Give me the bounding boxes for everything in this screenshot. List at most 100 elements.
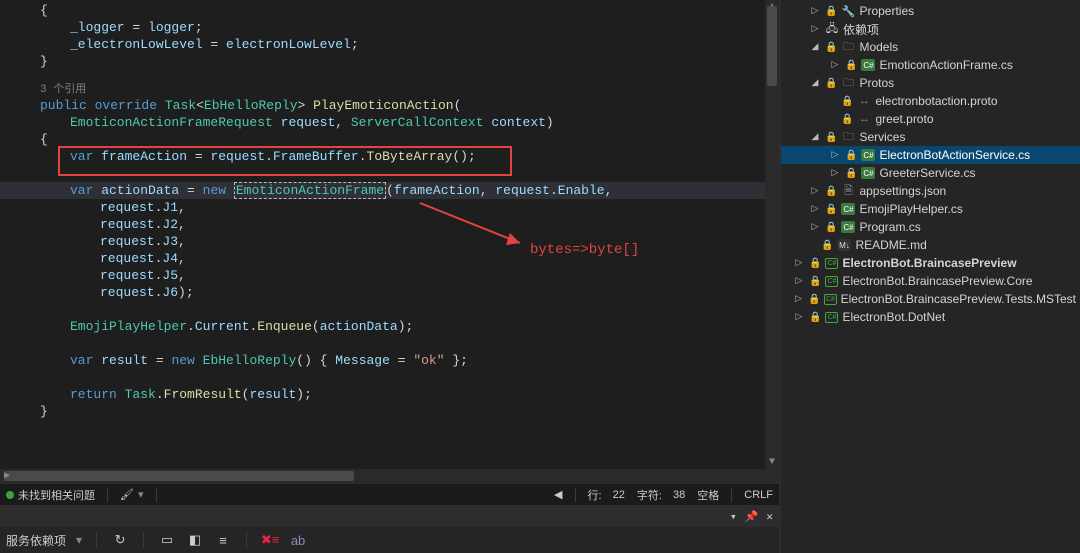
bottom-panel-toolbar: 服务依赖项 ▾ ↻ ▭ ◧ ≡ ✖≡ ab (0, 527, 779, 553)
expand-icon[interactable]: ▷ (809, 5, 821, 16)
expand-icon[interactable]: ▷ (793, 293, 804, 304)
folder-icon: 🗀 (841, 76, 855, 90)
collapse-icon[interactable]: ◢ (809, 41, 821, 52)
expand-icon[interactable]: ▷ (793, 311, 805, 322)
vertical-scrollbar[interactable]: ▲ ▼ (765, 0, 779, 483)
expand-icon[interactable]: ▷ (809, 185, 821, 196)
tree-item-services-file-selected[interactable]: ▷🔒C#ElectronBotActionService.cs (781, 146, 1080, 164)
tree-item-protos[interactable]: ◢🔒🗀Protos (781, 74, 1080, 92)
expand-icon[interactable]: ▷ (829, 167, 841, 178)
expand-icon[interactable]: ▷ (829, 59, 841, 70)
tree-item-services-file2[interactable]: ▷🔒C#GreeterService.cs (781, 164, 1080, 182)
lock-icon: 🔒 (825, 6, 837, 17)
expand-icon[interactable]: ▷ (793, 275, 805, 286)
markdown-file-icon: M↓ (837, 239, 851, 251)
lock-icon: 🔒 (825, 186, 837, 197)
scroll-down-icon[interactable]: ▼ (765, 455, 779, 469)
tree-item-readme[interactable]: 🔒M↓README.md (781, 236, 1080, 254)
lock-icon: 🔒 (841, 96, 853, 107)
expand-icon[interactable]: ▷ (809, 23, 821, 34)
tool-icon-4[interactable]: ✖≡ (261, 531, 279, 549)
tool-icon-1[interactable]: ▭ (158, 531, 176, 549)
csharp-file-icon: C# (841, 221, 855, 233)
scroll-right-icon[interactable]: ▶ (0, 469, 14, 483)
folder-icon: 🗀 (841, 40, 855, 54)
tree-item-models[interactable]: ◢🔒🗀Models (781, 38, 1080, 56)
refresh-icon[interactable]: ↻ (111, 531, 129, 549)
tree-item-proto2[interactable]: 🔒↔greet.proto (781, 110, 1080, 128)
main-area: { _logger = logger; _electronLowLevel = … (0, 0, 1080, 553)
lock-icon: 🔒 (808, 294, 820, 305)
csharp-file-icon: C# (861, 59, 875, 71)
bottom-panel-title[interactable]: 服务依赖项 (6, 532, 66, 549)
tree-item-appsettings[interactable]: ▷🔒🗎appsettings.json (781, 182, 1080, 200)
horizontal-scrollbar[interactable]: ▶ (0, 469, 765, 483)
close-icon[interactable]: ✕ (766, 510, 773, 524)
lock-icon: 🔒 (809, 276, 821, 287)
lock-icon: 🔒 (825, 78, 837, 89)
lock-icon: 🔒 (841, 114, 853, 125)
deps-icon: 🖧 (825, 22, 839, 36)
tree-item-services[interactable]: ◢🔒🗀Services (781, 128, 1080, 146)
tool-icon-3[interactable]: ≡ (214, 531, 232, 549)
pin-icon[interactable]: 📌 (745, 510, 759, 524)
lock-icon: 🔒 (821, 240, 833, 251)
solution-explorer: ▷🔒🔧Properties ▷🖧依赖项 ◢🔒🗀Models ▷🔒C#Emotic… (780, 0, 1080, 553)
proto-file-icon: ↔ (857, 94, 871, 108)
codelens-references[interactable]: 3 个引用 (40, 84, 86, 96)
tree-item-program[interactable]: ▷🔒C#Program.cs (781, 218, 1080, 236)
json-file-icon: 🗎 (841, 184, 855, 198)
csproj-icon: C# (825, 258, 838, 269)
tree-item-proj3[interactable]: ▷🔒C#ElectronBot.BraincasePreview.Tests.M… (781, 290, 1080, 308)
csproj-icon: C# (824, 294, 836, 305)
csproj-icon: C# (825, 312, 838, 323)
indent-indicator[interactable]: 空格 (697, 487, 719, 503)
csharp-file-icon: C# (841, 203, 855, 215)
tree-item-emojiplay[interactable]: ▷🔒C#EmojiPlayHelper.cs (781, 200, 1080, 218)
lock-icon: 🔒 (825, 42, 837, 53)
horizontal-scroll-thumb[interactable] (4, 471, 354, 481)
tree-item-deps[interactable]: ▷🖧依赖项 (781, 20, 1080, 38)
lock-icon: 🔒 (845, 168, 857, 179)
tree-item-proto1[interactable]: 🔒↔electronbotaction.proto (781, 92, 1080, 110)
lock-icon: 🔒 (825, 222, 837, 233)
lock-icon: 🔒 (845, 60, 857, 71)
line-indicator[interactable]: 行: 22 (588, 487, 625, 503)
tree-item-proj1[interactable]: ▷🔒C#ElectronBot.BraincasePreview (781, 254, 1080, 272)
brush-tool[interactable]: 🖌▾ (120, 488, 144, 501)
bottom-panel-header: ▾ 📌 ✕ (0, 505, 779, 527)
tree-item-proj4[interactable]: ▷🔒C#ElectronBot.DotNet (781, 308, 1080, 326)
lock-icon: 🔒 (825, 204, 837, 215)
csproj-icon: C# (825, 276, 838, 287)
expand-icon[interactable]: ▷ (809, 221, 821, 232)
eol-indicator[interactable]: CRLF (744, 489, 773, 501)
lock-icon: 🔒 (809, 258, 821, 269)
tool-icon-2[interactable]: ◧ (186, 531, 204, 549)
folder-icon: 🗀 (841, 130, 855, 144)
csharp-file-icon: C# (861, 167, 875, 179)
editor-status-bar: 未找到相关问题 🖌▾ ◀ 行: 22 字符: 38 空格 CRLF (0, 483, 779, 505)
solution-tree[interactable]: ▷🔒🔧Properties ▷🖧依赖项 ◢🔒🗀Models ▷🔒C#Emotic… (781, 0, 1080, 553)
tool-icon-5[interactable]: ab (289, 531, 307, 549)
lock-icon: 🔒 (845, 150, 857, 161)
csharp-file-icon: C# (861, 149, 875, 161)
col-indicator[interactable]: 字符: 38 (637, 487, 685, 503)
wrench-icon: 🔧 (841, 4, 855, 18)
code-area[interactable]: { _logger = logger; _electronLowLevel = … (0, 0, 779, 483)
code-editor-panel: { _logger = logger; _electronLowLevel = … (0, 0, 780, 553)
status-ok-icon (6, 491, 14, 499)
tree-item-properties[interactable]: ▷🔒🔧Properties (781, 2, 1080, 20)
issues-status[interactable]: 未找到相关问题 (6, 487, 95, 503)
tree-item-proj2[interactable]: ▷🔒C#ElectronBot.BraincasePreview.Core (781, 272, 1080, 290)
collapse-icon[interactable]: ◢ (809, 131, 821, 142)
lock-icon: 🔒 (825, 132, 837, 143)
vertical-scroll-thumb[interactable] (767, 6, 777, 86)
scroll-left-status[interactable]: ◀ (554, 488, 562, 501)
selected-type[interactable]: EmoticonActionFrame (234, 182, 386, 199)
tree-item-models-file[interactable]: ▷🔒C#EmoticonActionFrame.cs (781, 56, 1080, 74)
expand-icon[interactable]: ▷ (793, 257, 805, 268)
expand-icon[interactable]: ▷ (809, 203, 821, 214)
panel-dropdown-icon[interactable]: ▾ (730, 510, 737, 524)
collapse-icon[interactable]: ◢ (809, 77, 821, 88)
expand-icon[interactable]: ▷ (829, 149, 841, 160)
